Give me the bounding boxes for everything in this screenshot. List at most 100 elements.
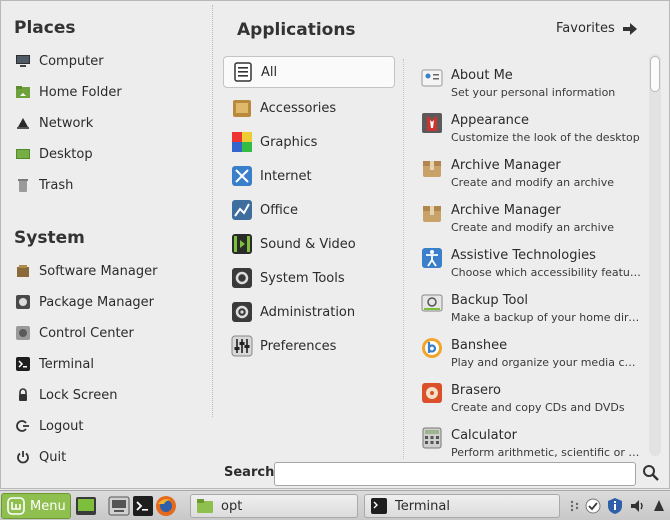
preferences-icon — [231, 335, 253, 357]
brasero-icon — [422, 383, 442, 403]
place-home-folder[interactable]: Home Folder — [15, 81, 205, 103]
search-input[interactable] — [274, 462, 636, 486]
system-label: Control Center — [39, 325, 134, 341]
app-name: Assistive Technologies — [451, 248, 596, 263]
place-label: Home Folder — [39, 84, 122, 100]
software-manager-icon — [17, 265, 29, 277]
place-trash[interactable]: Trash — [15, 174, 205, 196]
system-label: Software Manager — [39, 263, 158, 279]
control-center-icon — [16, 326, 30, 340]
category-internet[interactable]: Internet — [223, 160, 395, 192]
office-icon — [232, 200, 252, 220]
category-administration[interactable]: Administration — [223, 296, 395, 328]
taskbar-window-terminal[interactable]: Terminal — [364, 494, 560, 518]
menu-label: Menu — [30, 498, 66, 514]
apps-scrollbar[interactable] — [649, 54, 661, 456]
arrow-right-icon — [622, 22, 637, 35]
category-preferences[interactable]: Preferences — [223, 330, 395, 362]
applications-heading: Applications — [237, 20, 356, 40]
system-control-center[interactable]: Control Center — [15, 322, 205, 344]
category-graphics[interactable]: Graphics — [223, 126, 395, 158]
desktop-icon — [16, 149, 30, 159]
archive-manager-icon — [423, 206, 441, 222]
app-banshee[interactable]: Banshee Play and organize your media coll… — [421, 337, 643, 381]
place-network[interactable]: Network — [15, 112, 205, 134]
taskbar-window-opt[interactable]: opt — [190, 494, 358, 518]
category-label: System Tools — [260, 270, 345, 286]
scrollbar-thumb[interactable] — [650, 56, 660, 92]
app-name: Calculator — [451, 428, 518, 443]
category-label: Graphics — [260, 134, 318, 150]
place-label: Computer — [39, 53, 104, 69]
places-heading: Places — [14, 18, 76, 38]
system-label: Package Manager — [39, 294, 155, 310]
category-system-tools[interactable]: System Tools — [223, 262, 395, 294]
network-icon — [17, 118, 29, 129]
system-quit[interactable]: Quit — [15, 446, 205, 468]
app-description: Perform arithmetic, scientific or fina..… — [451, 446, 641, 459]
folder-icon — [197, 499, 213, 513]
firefox-icon[interactable] — [155, 495, 177, 517]
category-label: Internet — [260, 168, 312, 184]
backup-tool-icon — [421, 294, 443, 312]
system-terminal[interactable]: Terminal — [15, 353, 205, 375]
accessibility-icon — [422, 248, 442, 268]
category-office[interactable]: Office — [223, 194, 395, 226]
favorites-button[interactable]: Favorites — [556, 21, 637, 36]
sound-video-icon — [232, 234, 252, 254]
app-assistive-technologies[interactable]: Assistive Technologies Choose which acces… — [421, 247, 643, 291]
system-lock-screen[interactable]: Lock Screen — [15, 384, 205, 406]
category-label: Accessories — [260, 100, 337, 116]
category-label: Sound & Video — [260, 236, 356, 252]
power-icon — [17, 451, 29, 464]
system-label: Quit — [39, 449, 67, 465]
task-label: opt — [221, 498, 243, 514]
menu-button[interactable]: Menu — [1, 493, 71, 519]
system-software-manager[interactable]: Software Manager — [15, 260, 205, 282]
search-label: Search: — [224, 465, 280, 480]
accessories-icon — [233, 100, 251, 117]
category-sound-video[interactable]: Sound & Video — [223, 228, 395, 260]
update-manager-icon[interactable] — [584, 497, 602, 515]
system-logout[interactable]: Logout — [15, 415, 205, 437]
volume-icon[interactable] — [629, 497, 647, 515]
category-label: Administration — [260, 304, 356, 320]
app-name: Banshee — [451, 338, 508, 353]
system-package-manager[interactable]: Package Manager — [15, 291, 205, 313]
app-appearance[interactable]: Appearance Customize the look of the desk… — [421, 112, 643, 156]
favorites-label: Favorites — [556, 21, 615, 36]
app-about-me[interactable]: About Me Set your personal information — [421, 67, 643, 111]
app-archive-manager[interactable]: Archive Manager Create and modify an arch… — [421, 157, 643, 201]
app-backup-tool[interactable]: Backup Tool Make a backup of your home di… — [421, 292, 643, 336]
terminal-icon[interactable] — [132, 495, 154, 517]
search-icon[interactable] — [642, 464, 660, 482]
shield-info-icon[interactable] — [606, 497, 624, 515]
application-menu-window: Places Computer Home Folder Network Desk… — [0, 0, 670, 489]
app-brasero[interactable]: Brasero Create and copy CDs and DVDs — [421, 382, 643, 426]
left-pane: Places Computer Home Folder Network Desk… — [1, 1, 212, 489]
place-computer[interactable]: Computer — [15, 50, 205, 72]
internet-icon — [232, 166, 252, 186]
app-description: Make a backup of your home directory — [451, 311, 641, 324]
place-desktop[interactable]: Desktop — [15, 143, 205, 165]
category-all[interactable]: All — [223, 56, 395, 88]
place-label: Trash — [39, 177, 74, 193]
package-manager-icon — [16, 295, 30, 309]
appearance-icon — [422, 113, 442, 133]
place-label: Desktop — [39, 146, 93, 162]
app-name: Brasero — [451, 383, 502, 398]
app-calculator[interactable]: Calculator Perform arithmetic, scientific… — [421, 427, 643, 459]
computer-icon[interactable] — [108, 495, 130, 517]
app-description: Customize the look of the desktop — [451, 131, 640, 144]
category-accessories[interactable]: Accessories — [223, 92, 395, 124]
about-me-icon — [421, 69, 443, 87]
home-folder-icon — [16, 86, 30, 98]
show-desktop-icon[interactable] — [75, 495, 97, 517]
apps-divider — [403, 59, 404, 459]
tray-handle-icon[interactable] — [568, 497, 582, 515]
network-status-icon[interactable] — [650, 497, 668, 515]
all-applications-icon — [234, 62, 252, 82]
app-archive-manager-2[interactable]: Archive Manager Create and modify an arch… — [421, 202, 643, 246]
system-label: Terminal — [39, 356, 94, 372]
lock-icon — [19, 388, 27, 401]
